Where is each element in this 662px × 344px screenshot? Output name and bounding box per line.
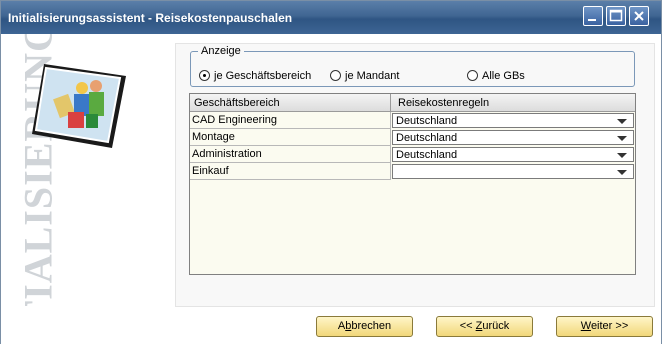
rules-grid: Geschäftsbereich Reisekostenregeln CAD E… (189, 93, 636, 275)
radio-label: je Geschäftsbereich (214, 70, 312, 82)
header-separator (390, 94, 391, 111)
rule-dropdown[interactable]: Deutschland (392, 113, 634, 128)
minimize-button[interactable] (583, 6, 603, 26)
anzeige-legend: Anzeige (198, 45, 244, 57)
grid-header: Geschäftsbereich Reisekostenregeln (190, 94, 635, 112)
cell-area[interactable]: CAD Engineering (192, 114, 277, 126)
rule-dropdown[interactable] (392, 164, 634, 179)
radio-label: je Mandant (345, 70, 400, 82)
rule-dropdown[interactable]: Deutschland (392, 130, 634, 145)
dropdown-arrow-icon[interactable] (617, 170, 627, 175)
cell-area[interactable]: Administration (192, 148, 262, 160)
table-row: Administration Deutschland (190, 146, 635, 163)
rule-value: Deutschland (396, 132, 458, 144)
cancel-button[interactable]: Abbrechen (316, 316, 413, 337)
wizard-side-panel: TIALISIERUNG (2, 34, 172, 306)
table-row: Einkauf (190, 163, 635, 180)
radio-circle[interactable] (199, 70, 210, 81)
cell-area[interactable]: Montage (192, 131, 235, 143)
cell-area[interactable]: Einkauf (192, 165, 229, 177)
next-mnemonic: W (580, 320, 591, 332)
radio-selected-dot (203, 74, 206, 77)
rule-value: Deutschland (396, 115, 458, 127)
radio-circle[interactable] (467, 70, 478, 81)
radio-circle[interactable] (330, 70, 341, 81)
rule-dropdown[interactable]: Deutschland (392, 147, 634, 162)
minimize-icon (588, 19, 596, 21)
wizard-window: Initialisierungsassistent - Reisekostenp… (0, 0, 662, 344)
dropdown-arrow-icon[interactable] (617, 136, 627, 141)
dropdown-arrow-icon[interactable] (617, 153, 627, 158)
back-label-pre: << (459, 320, 476, 332)
header-reisekostenregeln[interactable]: Reisekostenregeln (398, 97, 489, 109)
window-title: Initialisierungsassistent - Reisekostenp… (8, 11, 293, 25)
cancel-label-post: brechen (351, 320, 392, 332)
close-icon (634, 11, 644, 21)
table-row: Montage Deutschland (190, 129, 635, 146)
maximize-icon (609, 9, 623, 22)
maximize-button[interactable] (606, 6, 626, 26)
next-label-post: eiter >> (590, 320, 629, 332)
title-bar[interactable]: Initialisierungsassistent - Reisekostenp… (1, 1, 661, 34)
back-label-post: urück (482, 320, 510, 332)
wizard-logo-icon (32, 64, 126, 148)
close-button[interactable] (629, 6, 649, 26)
radio-label: Alle GBs (482, 70, 525, 82)
table-row: CAD Engineering Deutschland (190, 112, 635, 129)
rule-value: Deutschland (396, 149, 458, 161)
next-button[interactable]: Weiter >> (556, 316, 653, 337)
back-button[interactable]: << Zurück (436, 316, 533, 337)
header-geschaeftsbereich[interactable]: Geschäftsbereich (194, 97, 280, 109)
dropdown-arrow-icon[interactable] (617, 119, 627, 124)
